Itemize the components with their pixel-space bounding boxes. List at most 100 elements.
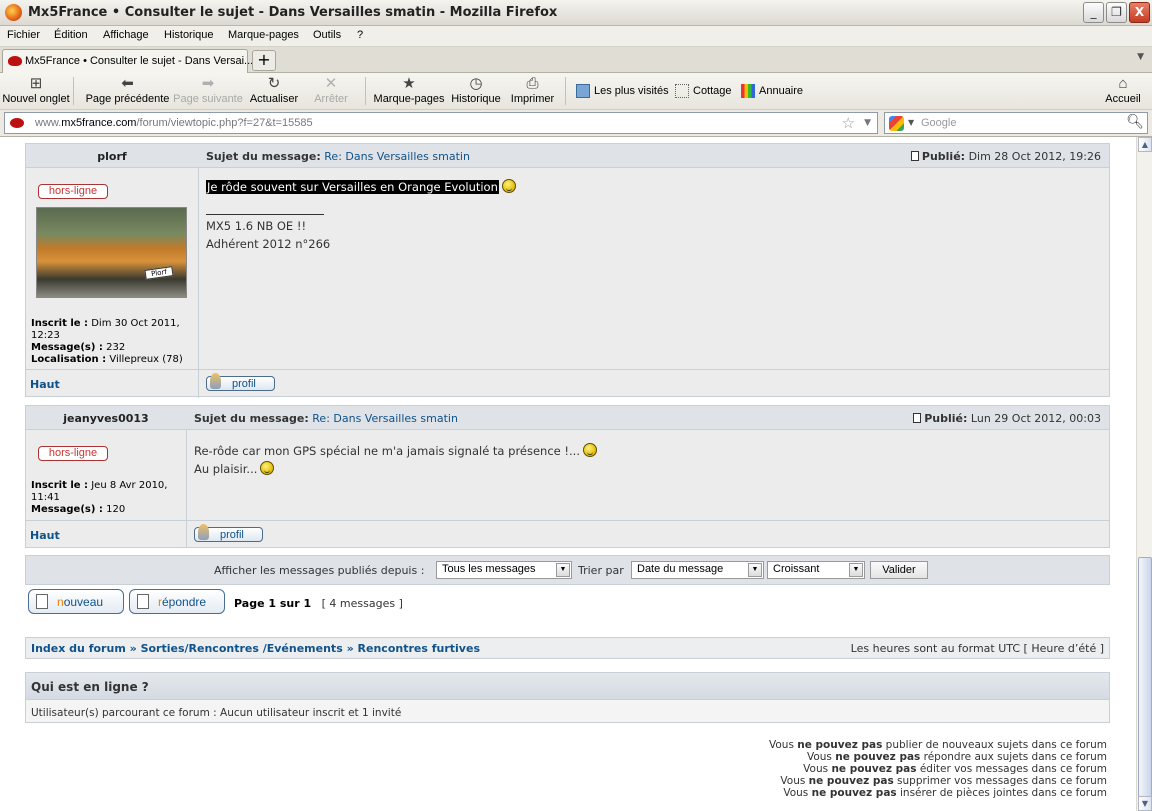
toolbar-separator: [365, 77, 366, 105]
chevron-down-icon[interactable]: ▼: [864, 118, 871, 128]
user-icon: [210, 373, 221, 389]
firefox-icon: [5, 4, 22, 21]
annuaire-icon: [741, 84, 755, 98]
new-tab-button[interactable]: +: [252, 50, 276, 71]
new-topic-label: nouveau: [57, 595, 104, 609]
title-bar: Mx5France • Consulter le sujet - Dans Ve…: [0, 0, 1152, 26]
post-footer: Haut profil: [26, 369, 1109, 397]
new-tab-label: Nouvel onglet: [2, 93, 70, 105]
forum-permissions: Vous ne pouvez pas publier de nouveaux s…: [769, 739, 1107, 799]
scrollbar-thumb[interactable]: [1138, 557, 1152, 797]
smiley-icon: [260, 461, 275, 475]
menu-edition[interactable]: Édition: [54, 29, 88, 41]
back-to-top-link[interactable]: Haut: [30, 378, 60, 391]
post-icon: [913, 413, 922, 423]
menu-help[interactable]: ?: [357, 29, 363, 41]
chevron-down-icon: ▼: [748, 563, 762, 577]
post-header: plorf Sujet du message: Re: Dans Versail…: [26, 144, 1109, 168]
bookmark-annuaire[interactable]: Annuaire: [741, 84, 803, 98]
bookmark-most-visited[interactable]: Les plus visités: [576, 84, 669, 98]
chevron-down-icon[interactable]: ▼: [908, 118, 914, 127]
menu-historique[interactable]: Historique: [164, 29, 214, 41]
reply-button[interactable]: répondre: [129, 589, 225, 614]
post-subject-link[interactable]: Re: Dans Versailles smatin: [312, 412, 458, 425]
restore-button[interactable]: ❐: [1106, 2, 1127, 23]
site-favicon-icon: [10, 118, 24, 128]
home-button[interactable]: ⌂ Accueil: [1102, 75, 1144, 105]
breadcrumb-separator: »: [129, 642, 137, 655]
post-date: Publié: Lun 29 Oct 2012, 00:03: [913, 412, 1101, 425]
menu-outils[interactable]: Outils: [313, 29, 341, 41]
scroll-down-arrow-icon[interactable]: ▼: [1138, 796, 1152, 811]
post-author[interactable]: jeanyves0013: [26, 412, 186, 425]
permission-line: Vous ne pouvez pas insérer de pièces joi…: [783, 787, 1107, 799]
new-tab-toolbar-button[interactable]: ⊞ Nouvel onglet: [2, 75, 70, 105]
vertical-scrollbar[interactable]: ▲ ▼: [1136, 137, 1152, 811]
sort-by-select[interactable]: Date du message ▼: [631, 561, 764, 579]
signature-line: Adhérent 2012 n°266: [206, 237, 331, 251]
display-since-select[interactable]: Tous les messages ▼: [436, 561, 572, 579]
submit-button[interactable]: Valider: [870, 561, 928, 579]
who-is-online-text: Utilisateur(s) parcourant ce forum : Auc…: [31, 707, 402, 719]
stop-button[interactable]: ✕ Arrêter: [310, 75, 352, 105]
annuaire-label: Annuaire: [759, 84, 804, 97]
bookmark-cottage[interactable]: Cottage: [675, 84, 732, 98]
display-since-label: Afficher les messages publiés depuis :: [214, 564, 425, 577]
search-box[interactable]: ▼ Google 🔍︎: [884, 112, 1148, 134]
chevron-down-icon: ▼: [556, 563, 570, 577]
post-date: Publié: Dim 28 Oct 2012, 19:26: [910, 150, 1101, 163]
signature-divider: [206, 214, 324, 215]
who-is-online-panel: Qui est en ligne ? Utilisateur(s) parcou…: [25, 672, 1110, 723]
forward-label: Page suivante: [173, 93, 243, 105]
profile-button[interactable]: profil: [194, 524, 263, 542]
forward-button[interactable]: ➡ Page suivante: [173, 75, 243, 105]
permission-line: Vous ne pouvez pas supprimer vos message…: [780, 775, 1107, 787]
profile-label: profil: [232, 378, 256, 390]
profile-button[interactable]: profil: [206, 373, 275, 391]
timezone-info: Les heures sont au format UTC [ Heure d’…: [850, 642, 1104, 655]
menu-marque-pages[interactable]: Marque-pages: [228, 29, 299, 41]
who-is-online-header: Qui est en ligne ?: [26, 673, 1109, 700]
status-badge: hors-ligne: [38, 184, 108, 199]
tab-list-arrow-icon[interactable]: ▼: [1137, 52, 1144, 62]
forward-arrow-icon: ➡: [201, 75, 215, 92]
print-label: Imprimer: [510, 93, 555, 105]
permission-line: Vous ne pouvez pas répondre aux sujets d…: [806, 751, 1107, 763]
address-bar[interactable]: www.mx5france.com/forum/viewtopic.php?f=…: [4, 112, 878, 134]
back-arrow-icon: ⬅: [121, 75, 134, 92]
minimize-button[interactable]: _: [1083, 2, 1104, 23]
reload-button[interactable]: ↻ Actualiser: [249, 75, 299, 105]
tab-active[interactable]: Mx5France • Consulter le sujet - Dans Ve…: [2, 49, 253, 73]
sort-order-select[interactable]: Croissant ▼: [767, 561, 865, 579]
new-topic-button[interactable]: nouveau: [28, 589, 124, 614]
column-divider: [198, 168, 199, 398]
bookmarks-label: Marque-pages: [373, 93, 445, 105]
breadcrumb-forum[interactable]: Rencontres furtives: [358, 642, 480, 655]
search-icon[interactable]: 🔍︎: [1126, 114, 1144, 130]
bookmark-star-icon[interactable]: ☆: [842, 114, 855, 132]
home-label: Accueil: [1105, 93, 1141, 105]
menu-affichage[interactable]: Affichage: [103, 29, 149, 41]
post-text: Re-rôde car mon GPS spécial ne m'a jamai…: [194, 442, 1074, 460]
who-is-online-title: Qui est en ligne ?: [31, 680, 149, 694]
back-to-top-link[interactable]: Haut: [30, 529, 60, 542]
user-icon: [198, 524, 209, 540]
home-icon: ⌂: [1118, 75, 1128, 92]
post-subject-link[interactable]: Re: Dans Versailles smatin: [324, 150, 470, 163]
menu-fichier[interactable]: Fichier: [7, 29, 40, 41]
stop-icon: ✕: [324, 75, 338, 92]
breadcrumb-category[interactable]: Sorties/Rencontres /Evénements: [141, 642, 343, 655]
search-placeholder: Google: [921, 117, 957, 129]
scroll-up-arrow-icon[interactable]: ▲: [1138, 137, 1152, 152]
post-plorf: plorf Sujet du message: Re: Dans Versail…: [25, 143, 1110, 398]
back-button[interactable]: ⬅ Page précédente: [85, 75, 170, 105]
bookmarks-button[interactable]: ★ Marque-pages: [373, 75, 445, 105]
google-icon[interactable]: [889, 116, 904, 131]
print-button[interactable]: ⎙ Imprimer: [510, 75, 555, 105]
reply-label: répondre: [158, 595, 207, 609]
post-author[interactable]: plorf: [26, 150, 198, 163]
history-button[interactable]: ◷ Historique: [450, 75, 502, 105]
breadcrumb-index[interactable]: Index du forum: [31, 642, 126, 655]
signature-line: MX5 1.6 NB OE !!: [206, 219, 307, 233]
close-button[interactable]: X: [1129, 2, 1150, 23]
